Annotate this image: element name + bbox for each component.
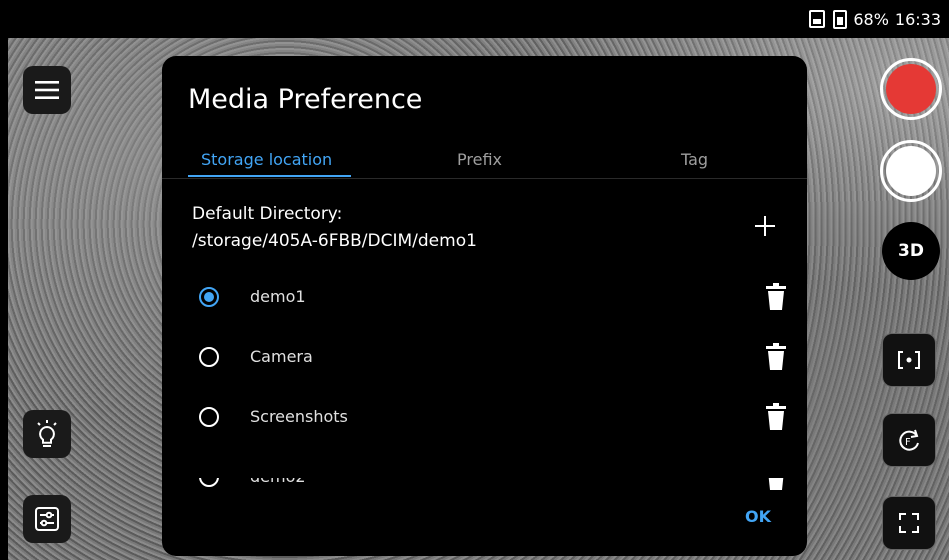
active-tab-indicator: [188, 175, 351, 177]
fullscreen-button[interactable]: [882, 496, 936, 550]
lightbulb-icon: [37, 420, 57, 447]
hamburger-icon: [35, 81, 59, 99]
shutter-button[interactable]: [880, 140, 942, 202]
folder-name: demo1: [250, 287, 306, 306]
3d-measure-button[interactable]: 3D: [882, 222, 940, 280]
tab-tag[interactable]: Tag: [681, 150, 708, 169]
dialog-title: Media Preference: [188, 84, 423, 115]
list-clip: [162, 454, 807, 478]
battery-percent: 68%: [853, 9, 889, 29]
default-directory-label: Default Directory:: [192, 204, 343, 224]
trash-icon[interactable]: [765, 403, 787, 431]
trash-icon[interactable]: [765, 343, 787, 371]
add-folder-button[interactable]: [750, 211, 780, 241]
folder-row[interactable]: Camera: [162, 331, 807, 389]
sliders-icon: [35, 507, 59, 531]
rotate-icon: F: [899, 429, 919, 451]
left-edge: [0, 0, 8, 560]
folder-name: Camera: [250, 347, 313, 366]
ok-button[interactable]: OK: [745, 507, 771, 526]
radio-button[interactable]: [199, 407, 219, 427]
tab-storage-location[interactable]: Storage location: [201, 150, 332, 169]
3d-label: 3D: [898, 241, 924, 261]
trash-icon[interactable]: [765, 283, 787, 311]
folder-name: Screenshots: [250, 407, 348, 426]
folder-row[interactable]: Screenshots: [162, 391, 807, 449]
focus-frame-icon: [898, 351, 920, 369]
media-preference-dialog: Media Preference Storage location Prefix…: [162, 56, 807, 556]
focus-button[interactable]: [882, 333, 936, 387]
folder-row[interactable]: demo1: [162, 271, 807, 329]
sd-card-icon: [809, 10, 826, 28]
record-button[interactable]: [880, 58, 942, 120]
record-dot: [886, 64, 936, 114]
radio-button[interactable]: [199, 347, 219, 367]
light-button[interactable]: [23, 410, 71, 458]
default-directory-path: /storage/405A-6FBB/DCIM/demo1: [192, 231, 477, 251]
shutter-dot: [886, 146, 936, 196]
rotate-button[interactable]: F: [882, 413, 936, 467]
fullscreen-icon: [899, 513, 919, 533]
settings-adjust-button[interactable]: [23, 495, 71, 543]
svg-text:F: F: [905, 437, 911, 448]
tab-prefix[interactable]: Prefix: [457, 150, 502, 169]
menu-button[interactable]: [23, 66, 71, 114]
status-bar: 68% 16:33: [8, 0, 949, 38]
clock: 16:33: [894, 9, 941, 29]
plus-icon: [755, 216, 775, 236]
battery-icon: [833, 9, 848, 29]
radio-button[interactable]: [199, 287, 219, 307]
